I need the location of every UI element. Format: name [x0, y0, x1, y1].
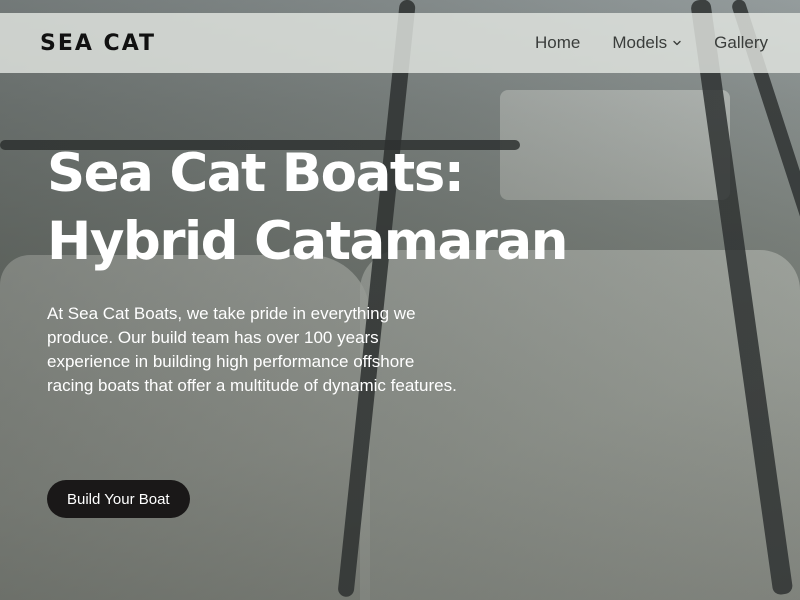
chevron-down-icon [673, 40, 681, 46]
hero-content: Sea Cat Boats: Hybrid Catamaran At Sea C… [47, 140, 647, 398]
brand-logo[interactable]: SEA CAT [40, 31, 156, 56]
build-your-boat-button[interactable]: Build Your Boat [47, 480, 190, 518]
headline-line-1: Sea Cat Boats: [47, 143, 465, 204]
hero-description: At Sea Cat Boats, we take pride in every… [47, 304, 457, 395]
top-navigation: SEA CAT Home Models Gallery [0, 13, 800, 73]
nav-links: Home Models Gallery [535, 33, 768, 53]
nav-link-label: Models [612, 33, 668, 52]
nav-link-home[interactable]: Home [535, 33, 580, 53]
nav-link-label: Gallery [714, 33, 768, 52]
nav-link-label: Home [534, 33, 581, 52]
hero-section: SEA CAT Home Models Gallery Sea Cat Boat… [0, 0, 800, 600]
nav-link-gallery[interactable]: Gallery [714, 33, 768, 53]
headline-line-2: Hybrid Catamaran [47, 211, 568, 272]
nav-link-models[interactable]: Models [612, 33, 682, 53]
hero-headline: Sea Cat Boats: Hybrid Catamaran [47, 140, 647, 276]
